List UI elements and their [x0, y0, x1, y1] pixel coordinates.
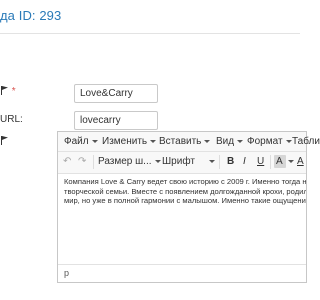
text-color-button[interactable]: A [276, 156, 283, 167]
editor-toolbar: ↶ ↷ Размер ш... Шрифт B I U A A [58, 152, 306, 174]
name-input[interactable]: Love&Carry [74, 84, 158, 103]
menu-file[interactable]: Файл [64, 136, 98, 147]
chevron-down-icon [204, 140, 211, 143]
chevron-down-icon [91, 140, 98, 143]
redo-icon[interactable]: ↷ [78, 156, 86, 167]
url-input[interactable]: lovecarry [74, 111, 158, 130]
chevron-down-icon [237, 140, 244, 143]
title-divider [0, 33, 300, 34]
element-path[interactable]: p [64, 268, 69, 278]
menu-view[interactable]: Вид [216, 136, 244, 147]
menu-format[interactable]: Формат [247, 136, 292, 147]
menu-table[interactable]: Таблиц [292, 136, 320, 147]
editor-statusbar: p [58, 264, 306, 282]
url-field-label: URL: [0, 114, 23, 125]
chevron-down-icon [154, 160, 161, 163]
content-line: мир, но уже в полной гармонии с малышом.… [64, 196, 306, 206]
toolbar-divider [93, 155, 94, 169]
flag-icon [1, 86, 8, 95]
editor-menubar: Файл Изменить Вставить Вид Формат Таблиц [58, 132, 320, 152]
chevron-down-icon [150, 140, 157, 143]
required-mark: * [11, 86, 16, 97]
content-line: Компания Love & Carry ведет свою историю… [64, 177, 306, 186]
italic-button[interactable]: I [243, 156, 246, 167]
toolbar-divider [270, 155, 271, 169]
flag-icon [1, 136, 8, 145]
bold-button[interactable]: B [227, 156, 234, 167]
description-field-label [0, 136, 9, 147]
name-field-label: * [0, 86, 16, 97]
page-title: да ID: 293 [0, 8, 62, 23]
underline-button[interactable]: U [257, 156, 264, 167]
chevron-down-icon [285, 140, 292, 143]
font-family-select[interactable]: Шрифт [162, 156, 215, 167]
editor-content[interactable]: Компания Love & Carry ведет свою историю… [64, 177, 306, 206]
font-size-select[interactable]: Размер ш... [98, 156, 161, 167]
menu-edit[interactable]: Изменить [102, 136, 157, 147]
background-color-button[interactable]: A [297, 156, 304, 167]
chevron-down-icon[interactable] [288, 156, 294, 167]
chevron-down-icon [208, 160, 215, 163]
menu-insert[interactable]: Вставить [159, 136, 211, 147]
undo-icon[interactable]: ↶ [63, 156, 71, 167]
toolbar-divider [219, 155, 220, 169]
rich-text-editor: Файл Изменить Вставить Вид Формат Таблиц… [57, 131, 320, 283]
content-line: творческой семьи. Вместе с появлением до… [64, 186, 306, 196]
